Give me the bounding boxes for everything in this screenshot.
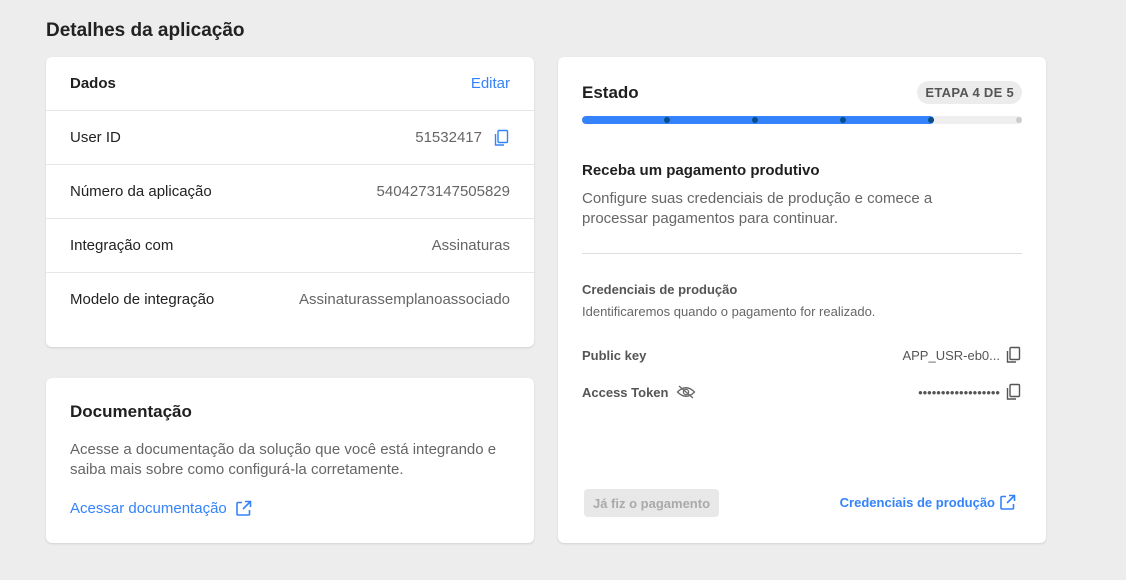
copy-icon[interactable] [1004,383,1022,401]
documentation-link-label: Acessar documentação [70,500,227,517]
copy-icon[interactable] [1004,346,1022,364]
eye-off-icon[interactable] [676,385,696,399]
step-description: Configure suas credenciais de produção e… [582,190,933,227]
app-number-row: Número da aplicação 5404273147505829 [46,165,534,219]
user-id-value: 51532417 [415,129,482,146]
app-number-value: 5404273147505829 [376,183,510,200]
user-id-label: User ID [70,129,121,146]
progress-step-dot [664,117,670,123]
model-value: Assinaturassemplanoassociado [299,291,510,308]
credentials-description: Identificaremos quando o pagamento for r… [582,304,876,319]
paid-button[interactable]: Já fiz o pagamento [584,489,719,517]
estado-card: Estado ETAPA 4 DE 5 Receba um pagamento … [558,57,1046,543]
integration-value: Assinaturas [431,237,510,254]
access-token-row: Access Token •••••••••••••••••• [582,383,1022,401]
access-token-value: •••••••••••••••••• [918,384,1000,400]
page-title: Detalhes da aplicação [46,20,245,41]
estado-title: Estado [582,83,639,102]
dados-header: Dados Editar [46,57,534,111]
documentation-title: Documentação [70,402,192,421]
external-link-icon [235,500,252,516]
model-label: Modelo de integração [70,291,215,308]
dados-title: Dados [70,75,116,92]
production-credentials-link-label: Credenciais de produção [839,495,995,510]
documentation-text: Acesse a documentação da solução que voc… [70,441,497,478]
user-id-row: User ID 51532417 [46,111,534,165]
public-key-value: APP_USR-eb0... [902,347,1000,363]
step-badge: ETAPA 4 DE 5 [917,81,1022,104]
progress-fill [582,116,934,124]
edit-link[interactable]: Editar [471,75,510,92]
progress-step-dot [928,117,934,123]
progress-step-dot [840,117,846,123]
step-subtitle: Receba um pagamento produtivo [582,162,820,179]
model-row: Modelo de integração Assinaturassemplano… [46,273,534,347]
documentation-link[interactable]: Acessar documentação [70,500,252,517]
progress-bar [582,116,1022,124]
dados-card: Dados Editar User ID 51532417 Número da … [46,57,534,347]
credentials-title: Credenciais de produção [582,282,738,297]
progress-step-dot [1016,117,1022,123]
access-token-label: Access Token [582,384,669,400]
public-key-row: Public key APP_USR-eb0... [582,346,1022,364]
integration-label: Integração com [70,237,174,254]
public-key-label: Public key [582,347,647,363]
divider [582,253,1022,254]
integration-row: Integração com Assinaturas [46,219,534,273]
external-link-icon [1000,494,1016,510]
copy-icon[interactable] [492,129,510,147]
app-number-label: Número da aplicação [70,183,212,200]
progress-step-dot [752,117,758,123]
production-credentials-link[interactable]: Credenciais de produção [840,494,1016,511]
documentation-card: Documentação Acesse a documentação da so… [46,378,534,543]
